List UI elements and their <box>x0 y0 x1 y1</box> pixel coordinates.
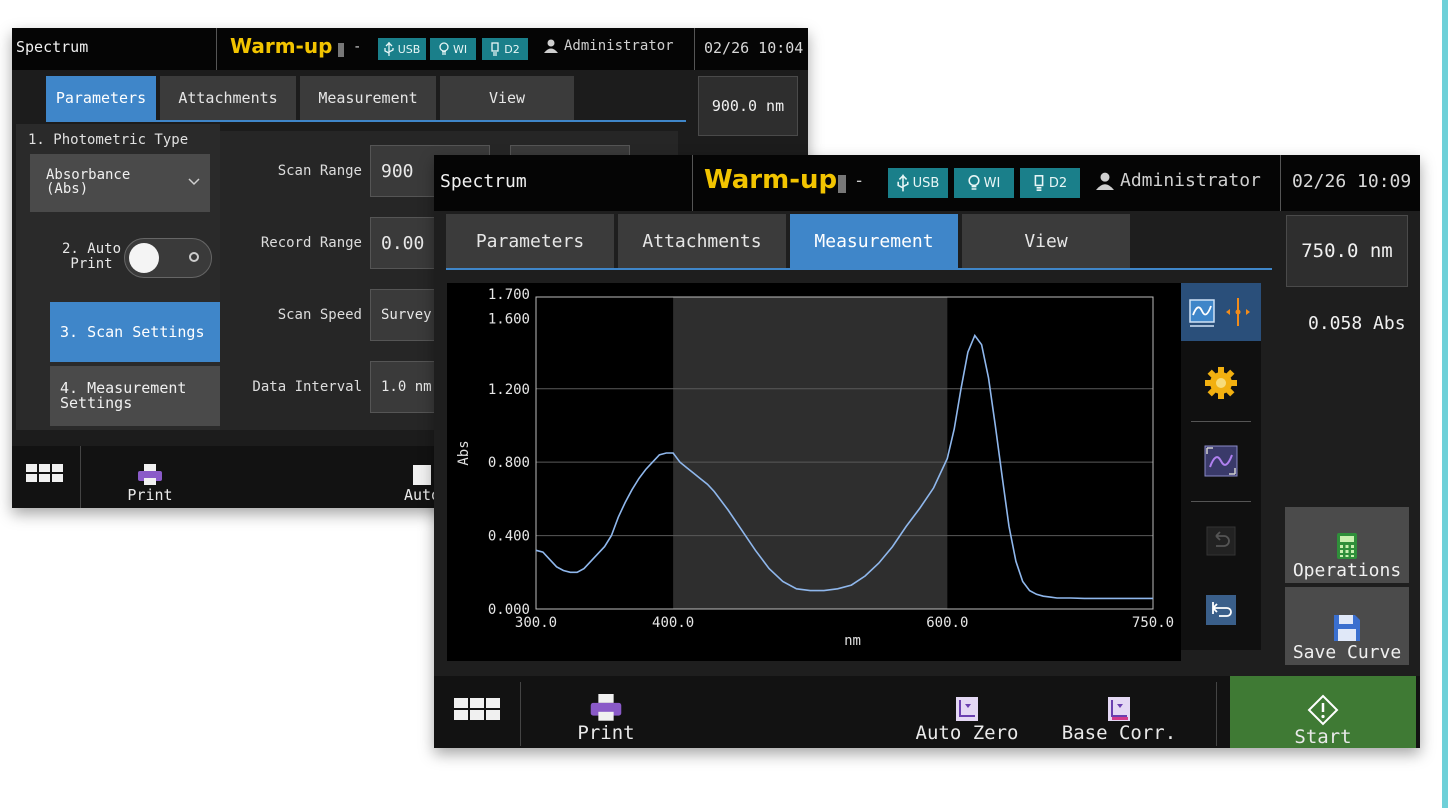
base-correction-button[interactable]: Base Corr. <box>1060 682 1178 744</box>
tab-attachments[interactable]: Attachments <box>160 76 296 120</box>
tab-attachments[interactable]: Attachments <box>618 214 786 268</box>
reset-icon <box>1206 595 1236 625</box>
tab-parameters[interactable]: Parameters <box>446 214 614 268</box>
user-icon <box>544 39 558 53</box>
user-info[interactable]: Administrator <box>1096 170 1261 191</box>
d2-lamp-badge: D2 <box>1020 168 1080 198</box>
gear-icon <box>1205 367 1237 399</box>
printer-icon <box>590 694 622 721</box>
lamp-value: - <box>854 171 865 191</box>
back-header: Spectrum Warm-up - USB WI D2 Administrat… <box>12 28 808 70</box>
zoom-fit-button[interactable] <box>1181 433 1261 489</box>
lamp-icon <box>491 42 499 56</box>
data-interval-label: Data Interval <box>252 379 362 395</box>
highlight-region <box>673 297 948 609</box>
auto-print-toggle[interactable] <box>124 238 212 278</box>
wi-lamp-badge: WI <box>430 38 476 60</box>
front-header: Spectrum Warm-up - USB WI D2 Administrat… <box>434 155 1420 211</box>
x-tick-label: 300.0 <box>515 615 557 631</box>
photometric-type-select[interactable]: Absorbance (Abs) <box>30 154 210 212</box>
sidebar-item-scan-settings[interactable]: 3. Scan Settings <box>50 302 220 362</box>
chevron-down-icon <box>188 178 200 186</box>
y-axis-label: Abs <box>456 440 472 465</box>
warmup-status: Warm-up <box>230 34 333 58</box>
lamp-indicator-icon <box>838 175 846 193</box>
printer-icon <box>138 464 162 485</box>
tab-view[interactable]: View <box>440 76 574 120</box>
undo-button[interactable] <box>1181 517 1261 565</box>
usb-badge: USB <box>888 168 948 198</box>
grid-menu-icon[interactable] <box>26 464 63 482</box>
start-button[interactable]: Start <box>1230 676 1416 748</box>
scan-range-label: Scan Range <box>277 163 362 179</box>
zoom-fit-icon <box>1204 445 1238 477</box>
y-tick-label: 1.600 <box>488 311 530 327</box>
save-curve-button[interactable]: Save Curve <box>1285 587 1409 665</box>
x-tick-label: 600.0 <box>926 615 968 631</box>
auto-zero-button[interactable]: Auto Zero <box>912 682 1022 744</box>
d2-lamp-badge: D2 <box>482 38 528 60</box>
tab-measurement[interactable]: Measurement <box>300 76 436 120</box>
undo-icon <box>1206 526 1236 556</box>
clock: 02/26 10:09 <box>1292 171 1412 192</box>
base-correction-icon <box>1108 697 1130 721</box>
settings-button[interactable] <box>1181 353 1261 413</box>
print-button[interactable]: Print <box>566 682 646 744</box>
front-footer: Print Auto Zero Base Corr. Start <box>434 676 1420 748</box>
spectrum-cursor-icon <box>1189 298 1250 327</box>
usb-badge: USB <box>378 38 426 60</box>
y-tick-label: 1.200 <box>488 382 530 398</box>
y-tick-label: 1.700 <box>488 287 530 303</box>
y-tick-label: 0.800 <box>488 455 530 471</box>
window-title: Spectrum <box>440 171 527 192</box>
auto-zero-icon <box>956 697 978 721</box>
user-icon <box>1096 172 1114 190</box>
spectrum-plot[interactable]: 0.0000.4000.8001.2001.6001.700 300.0 400.… <box>447 283 1181 661</box>
print-button[interactable]: Print <box>110 452 190 504</box>
lamp-icon <box>1034 175 1044 191</box>
plot-toolbar <box>1181 283 1261 650</box>
settings-sidebar: 1. Photometric Type Absorbance (Abs) 2. … <box>16 124 220 430</box>
clock: 02/26 10:04 <box>704 39 804 57</box>
window-title: Spectrum <box>16 38 89 56</box>
warmup-status: Warm-up <box>704 165 838 195</box>
spectrum-cursor-toggle[interactable] <box>1181 283 1261 341</box>
wavelength-readout[interactable]: 900.0 nm <box>698 76 798 136</box>
scan-speed-label: Scan Speed <box>277 307 362 323</box>
tab-parameters[interactable]: Parameters <box>46 76 156 120</box>
x-axis-label: nm <box>844 633 861 649</box>
wi-lamp-badge: WI <box>954 168 1014 198</box>
operations-button[interactable]: Operations <box>1285 507 1409 583</box>
calculator-icon <box>1337 533 1357 559</box>
lamp-icon <box>968 175 980 190</box>
lamp-indicator-icon <box>338 43 344 57</box>
wavelength-readout[interactable]: 750.0 nm <box>1286 215 1408 287</box>
tab-measurement[interactable]: Measurement <box>790 214 958 268</box>
reset-view-button[interactable] <box>1181 585 1261 635</box>
x-tick-label: 750.0 <box>1132 615 1174 631</box>
auto-print-label: 2. Auto Print <box>62 241 122 272</box>
x-tick-label: 400.0 <box>652 615 694 631</box>
start-diamond-icon <box>1307 694 1339 726</box>
sidebar-item-measurement-settings[interactable]: 4. Measurement Settings <box>50 366 220 426</box>
record-range-label: Record Range <box>260 235 362 251</box>
auto-zero-icon <box>413 465 431 485</box>
grid-menu-icon[interactable] <box>454 698 500 720</box>
floppy-disk-icon <box>1334 615 1360 641</box>
lamp-value: - <box>353 39 362 55</box>
tab-view[interactable]: View <box>962 214 1130 268</box>
absorbance-readout: 0.058 Abs <box>1308 313 1406 334</box>
user-info[interactable]: Administrator <box>544 38 674 54</box>
usb-icon <box>897 174 909 192</box>
usb-icon <box>384 42 394 56</box>
lamp-icon <box>439 42 449 55</box>
right-edge-strip <box>1442 0 1448 808</box>
y-tick-label: 0.400 <box>488 529 530 545</box>
photometric-type-label: 1. Photometric Type <box>28 132 189 148</box>
